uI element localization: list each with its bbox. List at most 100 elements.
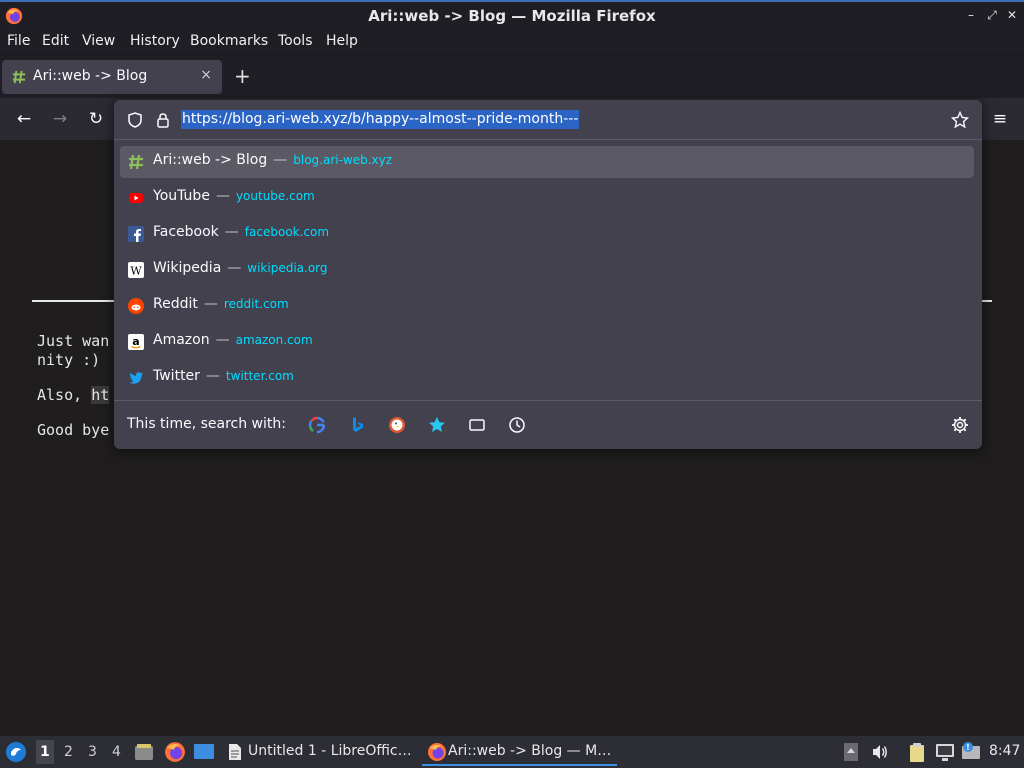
search-settings-gear-icon[interactable] <box>950 415 970 435</box>
tab-title: Ari::web -> Blog <box>33 68 148 84</box>
svg-text:!: ! <box>966 743 970 752</box>
reddit-icon <box>128 298 144 314</box>
menu-view[interactable]: View <box>82 33 115 49</box>
suggestion-row[interactable]: YouTube — youtube.com <box>120 182 974 214</box>
tray-arrow-icon[interactable] <box>843 742 859 762</box>
bookmark-star-icon[interactable] <box>951 111 969 129</box>
history-icon[interactable] <box>507 415 527 435</box>
task-libreoffice[interactable]: Untitled 1 - LibreOffic… <box>222 738 418 766</box>
bookmarks-icon[interactable] <box>427 415 447 435</box>
workspace-1[interactable]: 1 <box>36 740 54 764</box>
app-menu-button[interactable]: ≡ <box>990 109 1010 129</box>
task-label: Untitled 1 - LibreOffic… <box>248 743 412 759</box>
urlbar-input-row[interactable]: https://blog.ari-web.xyz/b/happy--almost… <box>114 100 982 140</box>
suggestion-separator: — <box>224 224 239 240</box>
menu-edit[interactable]: Edit <box>42 33 69 49</box>
suggestion-separator: — <box>215 332 230 348</box>
network-icon[interactable] <box>934 741 956 763</box>
hash-favicon-icon <box>129 154 143 170</box>
page-link[interactable]: ht <box>91 386 110 404</box>
menu-help[interactable]: Help <box>326 33 358 49</box>
suggestion-title: Facebook <box>153 224 219 240</box>
suggestion-url: facebook.com <box>244 225 330 239</box>
firefox-launcher-icon[interactable] <box>164 741 186 763</box>
menu-history[interactable]: History <box>130 33 180 49</box>
clipboard-icon[interactable] <box>906 741 928 763</box>
suggestion-separator: — <box>273 152 288 168</box>
tab-close-icon[interactable]: × <box>200 67 212 83</box>
file-manager-icon[interactable] <box>134 742 154 762</box>
page-divider-right <box>982 300 992 302</box>
urlbar-panel: https://blog.ari-web.xyz/b/happy--almost… <box>114 100 982 449</box>
menu-bar: File Edit View History Bookmarks Tools H… <box>0 30 1024 54</box>
suggestion-url: youtube.com <box>235 189 315 203</box>
workspace-2[interactable]: 2 <box>64 744 73 760</box>
page-text-line: Good bye <box>37 421 110 439</box>
tracking-protection-shield-icon[interactable] <box>126 111 144 129</box>
suggestion-separator: — <box>215 188 230 204</box>
reload-button[interactable]: ↻ <box>86 109 106 129</box>
facebook-icon <box>128 226 144 242</box>
suggestion-title: Wikipedia <box>153 260 222 276</box>
back-button[interactable]: ← <box>14 109 34 129</box>
suggestion-url: blog.ari-web.xyz <box>293 153 393 167</box>
volume-icon[interactable] <box>871 743 889 761</box>
tab-strip: Ari::web -> Blog × + <box>0 56 1024 98</box>
suggestion-title: Ari::web -> Blog <box>153 152 268 168</box>
suggestion-row[interactable]: Facebook — facebook.com <box>120 218 974 250</box>
search-with-label: This time, search with: <box>127 416 286 432</box>
svg-text:W: W <box>130 265 142 278</box>
google-icon[interactable] <box>307 415 327 435</box>
wikipedia-icon: W <box>128 262 144 278</box>
desktop-icon[interactable] <box>193 742 215 762</box>
menu-tools[interactable]: Tools <box>278 33 313 49</box>
lock-icon[interactable] <box>154 111 172 129</box>
app-launcher-icon[interactable] <box>5 741 27 763</box>
twitter-icon <box>129 372 143 384</box>
suggestion-separator: — <box>203 296 218 312</box>
workspace-4[interactable]: 4 <box>112 744 121 760</box>
suggestion-title: Reddit <box>153 296 198 312</box>
suggestion-separator: — <box>227 260 242 276</box>
clock: 8:47 <box>989 743 1021 759</box>
tabs-icon[interactable] <box>467 415 487 435</box>
tab-ari-web-blog[interactable]: Ari::web -> Blog × <box>2 60 222 94</box>
menu-bookmarks[interactable]: Bookmarks <box>190 33 268 49</box>
minimize-button[interactable]: – <box>962 6 980 24</box>
suggestion-title: Amazon <box>153 332 210 348</box>
forward-button[interactable]: → <box>50 109 70 129</box>
close-window-button[interactable]: ✕ <box>1003 6 1021 24</box>
youtube-icon <box>129 193 143 203</box>
suggestion-row[interactable]: Twitter — twitter.com <box>120 362 974 394</box>
window-title: Ari::web -> Blog — Mozilla Firefox <box>368 7 656 25</box>
maximize-button[interactable]: ⤢ <box>983 6 1001 24</box>
hash-favicon-icon <box>12 70 26 84</box>
amazon-icon: a <box>128 334 144 350</box>
suggestion-row[interactable]: Ari::web -> Blog — blog.ari-web.xyz <box>120 146 974 178</box>
suggestion-url: wikipedia.org <box>247 261 328 275</box>
suggestion-title: Twitter <box>153 368 200 384</box>
window-titlebar: Ari::web -> Blog — Mozilla Firefox – ⤢ ✕ <box>0 0 1024 30</box>
suggestion-title: YouTube <box>153 188 210 204</box>
bing-icon[interactable] <box>347 415 367 435</box>
duckduckgo-icon[interactable] <box>387 415 407 435</box>
page-text-line: nity :) <box>37 351 101 369</box>
page-divider <box>32 300 116 302</box>
url-input[interactable]: https://blog.ari-web.xyz/b/happy--almost… <box>181 110 580 129</box>
firefox-icon <box>428 743 446 761</box>
search-with-bar: This time, search with: <box>114 400 982 449</box>
task-label: Ari::web -> Blog — M… <box>448 743 612 759</box>
document-icon <box>229 744 241 760</box>
svg-text:a: a <box>132 335 139 348</box>
suggestion-row[interactable]: W Wikipedia — wikipedia.org <box>120 254 974 286</box>
new-tab-button[interactable]: + <box>234 64 251 88</box>
workspace-3[interactable]: 3 <box>88 744 97 760</box>
suggestion-url: amazon.com <box>235 333 313 347</box>
notification-icon[interactable]: ! <box>960 740 982 762</box>
suggestion-row[interactable]: Reddit — reddit.com <box>120 290 974 322</box>
task-firefox[interactable]: Ari::web -> Blog — M… <box>422 738 617 766</box>
suggestion-separator: — <box>205 368 220 384</box>
suggestion-row[interactable]: a Amazon — amazon.com <box>120 326 974 358</box>
suggestion-url: twitter.com <box>225 369 294 383</box>
menu-file[interactable]: File <box>7 33 30 49</box>
